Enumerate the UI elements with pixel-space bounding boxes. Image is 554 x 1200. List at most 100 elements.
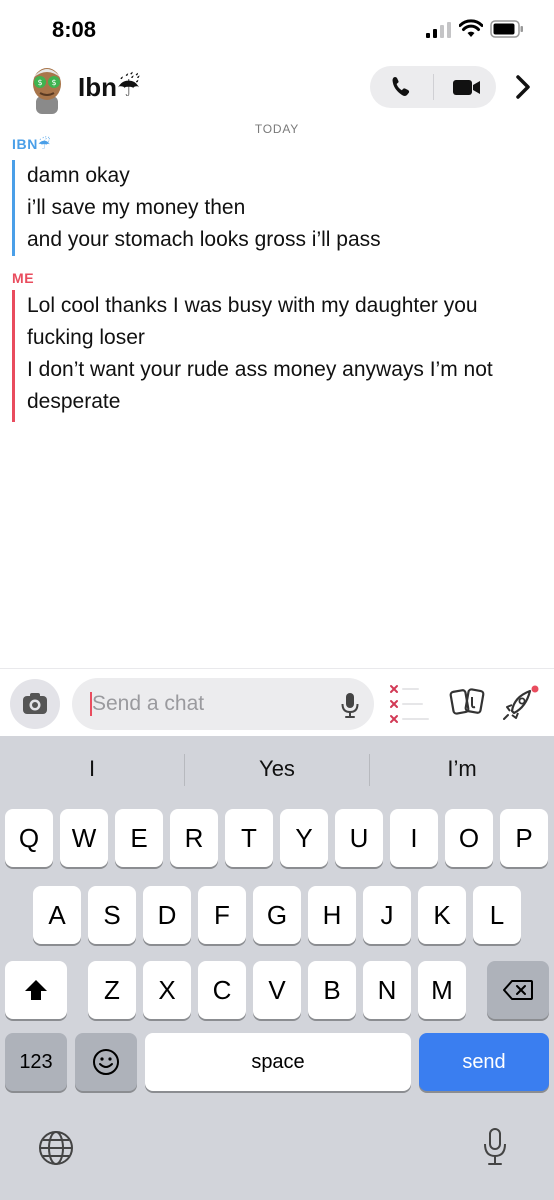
cards-icon[interactable] — [448, 685, 488, 721]
svg-text:$: $ — [51, 78, 56, 87]
avatar[interactable]: $ $ — [24, 62, 70, 114]
key-label: U — [349, 822, 369, 853]
key-g[interactable]: G — [253, 886, 301, 944]
key-label: Z — [104, 974, 120, 1005]
contact-name[interactable]: Ibn☔ — [78, 72, 140, 103]
key-s[interactable]: S — [88, 886, 136, 944]
key-label: send — [462, 1050, 506, 1073]
key-r[interactable]: R — [170, 809, 218, 867]
key-o[interactable]: O — [445, 809, 493, 867]
chat-input-placeholder: Send a chat — [92, 692, 205, 715]
key-y[interactable]: Y — [280, 809, 328, 867]
key-label: B — [323, 974, 341, 1005]
chat-header: $ $ Ibn☔ — [0, 58, 554, 120]
key-label: D — [157, 899, 177, 930]
message-group-ibn: damn okay i’ll save my money then and yo… — [12, 160, 381, 256]
key-a[interactable]: A — [33, 886, 81, 944]
globe-icon[interactable] — [36, 1128, 76, 1168]
key-n[interactable]: N — [363, 961, 411, 1019]
key-e[interactable]: E — [115, 809, 163, 867]
suggestion-item[interactable]: I’m — [370, 756, 554, 782]
dictation-icon[interactable] — [480, 1126, 510, 1168]
rocket-icon[interactable] — [500, 683, 542, 723]
suggestion-item[interactable]: I — [0, 756, 184, 782]
key-label: I — [410, 822, 418, 853]
key-label: J — [380, 899, 394, 930]
sender-label-me: ME — [12, 270, 35, 286]
shift-icon — [25, 980, 47, 1000]
numbers-key[interactable]: 123 — [5, 1033, 67, 1091]
key-label: F — [214, 899, 230, 930]
key-f[interactable]: F — [198, 886, 246, 944]
date-separator: TODAY — [254, 122, 300, 136]
key-label: X — [158, 974, 176, 1005]
keyboard: I Yes I’m Q W E R T Y U I O P A S D F G … — [0, 736, 554, 1200]
key-w[interactable]: W — [60, 809, 108, 867]
chat-message[interactable]: I don’t want your rude ass money anyways… — [27, 354, 539, 418]
phone-icon[interactable] — [386, 73, 418, 101]
key-label: C — [212, 974, 232, 1005]
key-p[interactable]: P — [500, 809, 548, 867]
key-label: V — [268, 974, 286, 1005]
key-u[interactable]: U — [335, 809, 383, 867]
key-label: K — [433, 899, 451, 930]
key-j[interactable]: J — [363, 886, 411, 944]
signal-icon — [426, 22, 451, 38]
key-k[interactable]: K — [418, 886, 466, 944]
wifi-icon — [459, 19, 483, 37]
key-z[interactable]: Z — [88, 961, 136, 1019]
chat-message[interactable]: Lol cool thanks I was busy with my daugh… — [27, 290, 539, 354]
suggestion-item[interactable]: Yes — [185, 756, 369, 782]
emoji-icon — [93, 1049, 119, 1075]
message-group-me: Lol cool thanks I was busy with my daugh… — [12, 290, 539, 422]
chat-message[interactable]: i’ll save my money then — [27, 192, 381, 224]
key-label: W — [71, 822, 97, 853]
camera-button[interactable] — [10, 679, 60, 729]
key-c[interactable]: C — [198, 961, 246, 1019]
mic-icon[interactable] — [338, 690, 362, 720]
key-label: A — [48, 899, 66, 930]
sender-label-ibn: IBN☔ — [12, 136, 52, 152]
suggestion-bar: I Yes I’m — [0, 736, 554, 802]
call-divider — [433, 74, 434, 100]
key-label: P — [515, 822, 533, 853]
chat-message[interactable]: damn okay — [27, 160, 381, 192]
space-key[interactable]: space — [145, 1033, 411, 1091]
key-i[interactable]: I — [390, 809, 438, 867]
key-label: T — [241, 822, 257, 853]
video-icon[interactable] — [448, 73, 484, 101]
key-q[interactable]: Q — [5, 809, 53, 867]
send-key[interactable]: send — [419, 1033, 549, 1091]
battery-icon — [490, 20, 523, 38]
key-v[interactable]: V — [253, 961, 301, 1019]
key-d[interactable]: D — [143, 886, 191, 944]
key-x[interactable]: X — [143, 961, 191, 1019]
key-label: O — [458, 822, 480, 853]
key-label: L — [489, 899, 505, 930]
key-label: R — [184, 822, 204, 853]
backspace-key[interactable] — [487, 961, 549, 1019]
key-label: E — [130, 822, 148, 853]
xxx-icon[interactable] — [388, 681, 434, 729]
chat-input-bar: Send a chat — [0, 668, 554, 736]
key-l[interactable]: L — [473, 886, 521, 944]
key-label: Q — [18, 822, 40, 853]
key-h[interactable]: H — [308, 886, 356, 944]
key-label: space — [251, 1050, 305, 1073]
camera-icon — [23, 693, 47, 714]
svg-text:$: $ — [37, 78, 42, 87]
key-label: H — [322, 899, 342, 930]
shift-key[interactable] — [5, 961, 67, 1019]
backspace-icon — [503, 980, 533, 1000]
chat-message[interactable]: and your stomach looks gross i’ll pass — [27, 224, 381, 256]
key-label: G — [266, 899, 288, 930]
key-m[interactable]: M — [418, 961, 466, 1019]
chevron-right-icon[interactable] — [510, 70, 536, 104]
key-b[interactable]: B — [308, 961, 356, 1019]
emoji-key[interactable] — [75, 1033, 137, 1091]
chat-input[interactable]: Send a chat — [72, 678, 374, 730]
key-label: Y — [295, 822, 313, 853]
key-label: 123 — [19, 1050, 53, 1073]
key-t[interactable]: T — [225, 809, 273, 867]
call-controls — [370, 66, 496, 108]
